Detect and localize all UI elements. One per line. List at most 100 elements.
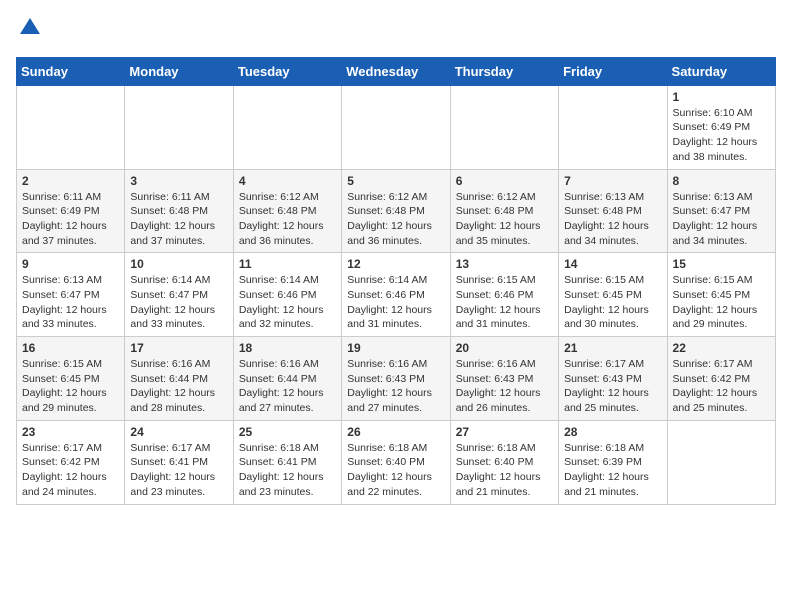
- day-info: Sunrise: 6:16 AM Sunset: 6:44 PM Dayligh…: [239, 357, 336, 416]
- calendar-cell: 4 Sunrise: 6:12 AM Sunset: 6:48 PM Daylig…: [233, 169, 341, 253]
- day-number: 7: [564, 174, 661, 188]
- calendar-cell: 20 Sunrise: 6:16 AM Sunset: 6:43 PM Dayli…: [450, 337, 558, 421]
- page-header: [16, 16, 776, 45]
- day-number: 16: [22, 341, 119, 355]
- calendar-table: SundayMondayTuesdayWednesdayThursdayFrid…: [16, 57, 776, 505]
- day-number: 24: [130, 425, 227, 439]
- day-header-friday: Friday: [559, 57, 667, 85]
- calendar-cell: 18 Sunrise: 6:16 AM Sunset: 6:44 PM Dayli…: [233, 337, 341, 421]
- day-info: Sunrise: 6:18 AM Sunset: 6:40 PM Dayligh…: [347, 441, 444, 500]
- logo: [16, 16, 42, 45]
- day-info: Sunrise: 6:17 AM Sunset: 6:43 PM Dayligh…: [564, 357, 661, 416]
- calendar-cell: 12 Sunrise: 6:14 AM Sunset: 6:46 PM Dayli…: [342, 253, 450, 337]
- day-number: 14: [564, 257, 661, 271]
- calendar-cell: [667, 420, 775, 504]
- day-number: 15: [673, 257, 770, 271]
- day-number: 26: [347, 425, 444, 439]
- day-info: Sunrise: 6:17 AM Sunset: 6:42 PM Dayligh…: [673, 357, 770, 416]
- day-number: 3: [130, 174, 227, 188]
- day-info: Sunrise: 6:14 AM Sunset: 6:47 PM Dayligh…: [130, 273, 227, 332]
- calendar-cell: 26 Sunrise: 6:18 AM Sunset: 6:40 PM Dayli…: [342, 420, 450, 504]
- day-number: 5: [347, 174, 444, 188]
- day-header-monday: Monday: [125, 57, 233, 85]
- day-info: Sunrise: 6:13 AM Sunset: 6:47 PM Dayligh…: [673, 190, 770, 249]
- calendar-cell: [17, 85, 125, 169]
- day-number: 21: [564, 341, 661, 355]
- day-header-wednesday: Wednesday: [342, 57, 450, 85]
- day-number: 13: [456, 257, 553, 271]
- day-info: Sunrise: 6:12 AM Sunset: 6:48 PM Dayligh…: [239, 190, 336, 249]
- calendar-cell: [233, 85, 341, 169]
- day-info: Sunrise: 6:11 AM Sunset: 6:48 PM Dayligh…: [130, 190, 227, 249]
- calendar-cell: 1 Sunrise: 6:10 AM Sunset: 6:49 PM Daylig…: [667, 85, 775, 169]
- day-info: Sunrise: 6:14 AM Sunset: 6:46 PM Dayligh…: [239, 273, 336, 332]
- day-header-saturday: Saturday: [667, 57, 775, 85]
- day-number: 10: [130, 257, 227, 271]
- day-info: Sunrise: 6:17 AM Sunset: 6:41 PM Dayligh…: [130, 441, 227, 500]
- day-number: 22: [673, 341, 770, 355]
- day-header-thursday: Thursday: [450, 57, 558, 85]
- calendar-cell: 28 Sunrise: 6:18 AM Sunset: 6:39 PM Dayli…: [559, 420, 667, 504]
- calendar-cell: 3 Sunrise: 6:11 AM Sunset: 6:48 PM Daylig…: [125, 169, 233, 253]
- calendar-cell: 5 Sunrise: 6:12 AM Sunset: 6:48 PM Daylig…: [342, 169, 450, 253]
- day-number: 20: [456, 341, 553, 355]
- day-number: 8: [673, 174, 770, 188]
- day-info: Sunrise: 6:15 AM Sunset: 6:46 PM Dayligh…: [456, 273, 553, 332]
- calendar-cell: 16 Sunrise: 6:15 AM Sunset: 6:45 PM Dayli…: [17, 337, 125, 421]
- day-number: 1: [673, 90, 770, 104]
- day-info: Sunrise: 6:16 AM Sunset: 6:44 PM Dayligh…: [130, 357, 227, 416]
- calendar-cell: 10 Sunrise: 6:14 AM Sunset: 6:47 PM Dayli…: [125, 253, 233, 337]
- day-info: Sunrise: 6:10 AM Sunset: 6:49 PM Dayligh…: [673, 106, 770, 165]
- day-info: Sunrise: 6:15 AM Sunset: 6:45 PM Dayligh…: [673, 273, 770, 332]
- day-info: Sunrise: 6:15 AM Sunset: 6:45 PM Dayligh…: [22, 357, 119, 416]
- day-number: 4: [239, 174, 336, 188]
- calendar-cell: 14 Sunrise: 6:15 AM Sunset: 6:45 PM Dayli…: [559, 253, 667, 337]
- day-info: Sunrise: 6:12 AM Sunset: 6:48 PM Dayligh…: [347, 190, 444, 249]
- day-number: 9: [22, 257, 119, 271]
- day-number: 28: [564, 425, 661, 439]
- day-number: 25: [239, 425, 336, 439]
- day-info: Sunrise: 6:16 AM Sunset: 6:43 PM Dayligh…: [456, 357, 553, 416]
- calendar-cell: [450, 85, 558, 169]
- day-number: 2: [22, 174, 119, 188]
- logo-icon: [18, 16, 42, 40]
- day-number: 27: [456, 425, 553, 439]
- calendar-cell: 27 Sunrise: 6:18 AM Sunset: 6:40 PM Dayli…: [450, 420, 558, 504]
- day-number: 23: [22, 425, 119, 439]
- calendar-cell: 21 Sunrise: 6:17 AM Sunset: 6:43 PM Dayli…: [559, 337, 667, 421]
- day-info: Sunrise: 6:14 AM Sunset: 6:46 PM Dayligh…: [347, 273, 444, 332]
- day-number: 11: [239, 257, 336, 271]
- day-number: 18: [239, 341, 336, 355]
- day-number: 12: [347, 257, 444, 271]
- calendar-cell: 2 Sunrise: 6:11 AM Sunset: 6:49 PM Daylig…: [17, 169, 125, 253]
- day-header-sunday: Sunday: [17, 57, 125, 85]
- calendar-cell: 17Sunrise: 6:16 AM Sunset: 6:44 PM Dayli…: [125, 337, 233, 421]
- day-info: Sunrise: 6:13 AM Sunset: 6:47 PM Dayligh…: [22, 273, 119, 332]
- day-info: Sunrise: 6:16 AM Sunset: 6:43 PM Dayligh…: [347, 357, 444, 416]
- day-info: Sunrise: 6:18 AM Sunset: 6:41 PM Dayligh…: [239, 441, 336, 500]
- calendar-cell: 13 Sunrise: 6:15 AM Sunset: 6:46 PM Dayli…: [450, 253, 558, 337]
- calendar-cell: [559, 85, 667, 169]
- day-info: Sunrise: 6:18 AM Sunset: 6:39 PM Dayligh…: [564, 441, 661, 500]
- calendar-cell: [125, 85, 233, 169]
- calendar-cell: 22 Sunrise: 6:17 AM Sunset: 6:42 PM Dayli…: [667, 337, 775, 421]
- day-info: Sunrise: 6:18 AM Sunset: 6:40 PM Dayligh…: [456, 441, 553, 500]
- calendar-cell: 24 Sunrise: 6:17 AM Sunset: 6:41 PM Dayli…: [125, 420, 233, 504]
- calendar-cell: 15 Sunrise: 6:15 AM Sunset: 6:45 PM Dayli…: [667, 253, 775, 337]
- calendar-cell: 23 Sunrise: 6:17 AM Sunset: 6:42 PM Dayli…: [17, 420, 125, 504]
- calendar-cell: 19 Sunrise: 6:16 AM Sunset: 6:43 PM Dayli…: [342, 337, 450, 421]
- calendar-cell: 8 Sunrise: 6:13 AM Sunset: 6:47 PM Daylig…: [667, 169, 775, 253]
- calendar-cell: 6 Sunrise: 6:12 AM Sunset: 6:48 PM Daylig…: [450, 169, 558, 253]
- day-number: 6: [456, 174, 553, 188]
- calendar-cell: 9 Sunrise: 6:13 AM Sunset: 6:47 PM Daylig…: [17, 253, 125, 337]
- day-header-tuesday: Tuesday: [233, 57, 341, 85]
- day-info: Sunrise: 6:15 AM Sunset: 6:45 PM Dayligh…: [564, 273, 661, 332]
- calendar-cell: 25 Sunrise: 6:18 AM Sunset: 6:41 PM Dayli…: [233, 420, 341, 504]
- calendar-cell: 11 Sunrise: 6:14 AM Sunset: 6:46 PM Dayli…: [233, 253, 341, 337]
- day-info: Sunrise: 6:17 AM Sunset: 6:42 PM Dayligh…: [22, 441, 119, 500]
- day-info: Sunrise: 6:13 AM Sunset: 6:48 PM Dayligh…: [564, 190, 661, 249]
- day-info: Sunrise: 6:12 AM Sunset: 6:48 PM Dayligh…: [456, 190, 553, 249]
- day-number: 19: [347, 341, 444, 355]
- day-info: Sunrise: 6:11 AM Sunset: 6:49 PM Dayligh…: [22, 190, 119, 249]
- calendar-cell: [342, 85, 450, 169]
